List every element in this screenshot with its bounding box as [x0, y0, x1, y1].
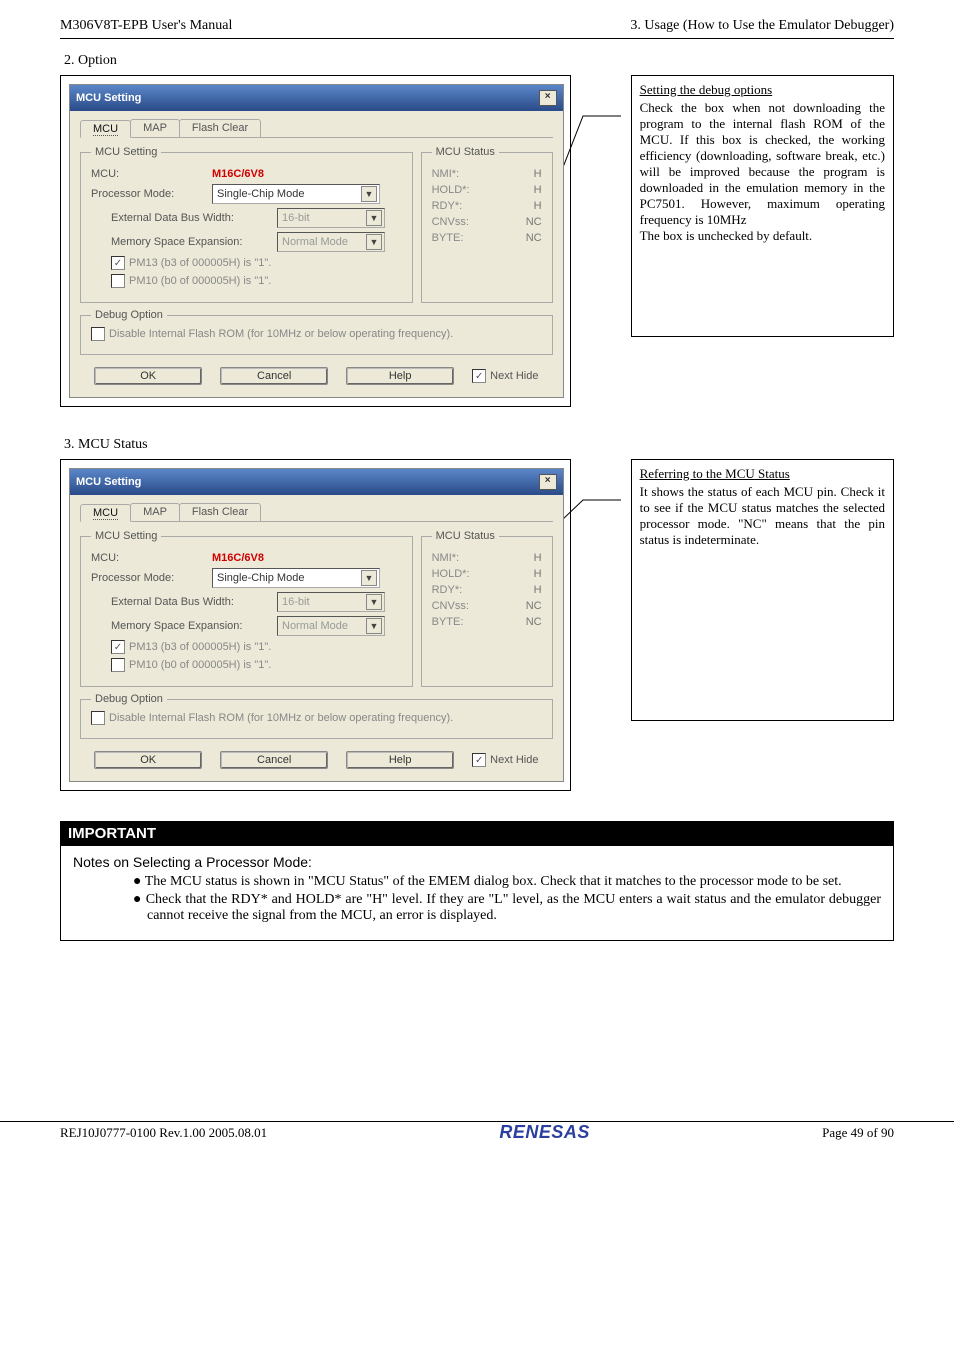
processor-mode-select[interactable]: Single-Chip Mode ▼: [212, 184, 380, 204]
chevron-down-icon: ▼: [361, 186, 377, 202]
cancel-button[interactable]: Cancel: [220, 367, 328, 385]
note-item-1: The MCU status is shown in "MCU Status" …: [133, 874, 881, 890]
tab-strip: MCU MAP Flash Clear: [80, 119, 553, 138]
mcu-status-group: MCU Status NMI*:H HOLD*:H RDY*:H CNVss:N…: [421, 530, 553, 687]
processor-mode-label: Processor Mode:: [91, 572, 206, 584]
processor-mode-label: Processor Mode:: [91, 188, 206, 200]
mcu-status-legend: MCU Status: [432, 530, 499, 542]
window-titlebar: MCU Setting ×: [70, 85, 563, 111]
chevron-down-icon: ▼: [366, 594, 382, 610]
tab-flash-clear[interactable]: Flash Clear: [179, 503, 261, 521]
status-nmi-label: NMI*:: [432, 168, 460, 180]
disable-flash-checkbox[interactable]: Disable Internal Flash ROM (for 10MHz or…: [91, 327, 453, 341]
mcu-value: M16C/6V8: [212, 168, 264, 180]
mcu-setting-legend: MCU Setting: [91, 146, 161, 158]
mcu-label: MCU:: [91, 168, 206, 180]
page-header: M306V8T-EPB User's Manual 3. Usage (How …: [60, 18, 894, 39]
status-hold-label: HOLD*:: [432, 184, 470, 196]
status-dialog-container: MCU Setting × MCU MAP Flash Clear MCU Se…: [60, 459, 571, 791]
chevron-down-icon: ▼: [366, 210, 382, 226]
status-rdy-value: H: [534, 200, 542, 212]
page-footer: REJ10J0777-0100 Rev.1.00 2005.08.01 RENE…: [0, 1121, 954, 1161]
status-byte-value: NC: [526, 232, 542, 244]
important-notes: Notes on Selecting a Processor Mode: The…: [60, 846, 894, 941]
header-right: 3. Usage (How to Use the Emulator Debugg…: [630, 18, 894, 34]
tab-flash-clear[interactable]: Flash Clear: [179, 119, 261, 137]
close-icon[interactable]: ×: [539, 474, 557, 490]
mcu-label: MCU:: [91, 552, 206, 564]
help-button[interactable]: Help: [346, 751, 454, 769]
status-hold-value: H: [534, 184, 542, 196]
mcu-status-legend: MCU Status: [432, 146, 499, 158]
mem-exp-select: Normal Mode ▼: [277, 616, 385, 636]
ext-bus-label: External Data Bus Width:: [111, 596, 271, 608]
debug-option-legend: Debug Option: [91, 693, 167, 705]
callout-connector: [581, 75, 621, 407]
ext-bus-select: 16-bit ▼: [277, 592, 385, 612]
status-note-title: Referring to the MCU Status: [640, 466, 885, 482]
mcu-setting-group: MCU Setting MCU: M16C/6V8 Processor Mode…: [80, 146, 413, 303]
ext-bus-label: External Data Bus Width:: [111, 212, 271, 224]
status-rdy-label: RDY*:: [432, 200, 463, 212]
disable-flash-checkbox[interactable]: Disable Internal Flash ROM (for 10MHz or…: [91, 711, 453, 725]
mem-exp-label: Memory Space Expansion:: [111, 620, 271, 632]
cancel-button[interactable]: Cancel: [220, 751, 328, 769]
debug-option-group: Debug Option Disable Internal Flash ROM …: [80, 309, 553, 355]
option-note-body: Check the box when not downloading the p…: [640, 100, 885, 243]
section-3-title: 3. MCU Status: [64, 437, 894, 453]
footer-left: REJ10J0777-0100 Rev.1.00 2005.08.01: [60, 1125, 267, 1141]
debug-option-group: Debug Option Disable Internal Flash ROM …: [80, 693, 553, 739]
pm13-checkbox[interactable]: ✓PM13 (b3 of 000005H) is "1".: [111, 640, 271, 654]
pm10-checkbox[interactable]: PM10 (b0 of 000005H) is "1".: [111, 274, 271, 288]
ext-bus-select: 16-bit ▼: [277, 208, 385, 228]
tab-strip: MCU MAP Flash Clear: [80, 503, 553, 522]
mem-exp-select: Normal Mode ▼: [277, 232, 385, 252]
status-cnvss-value: NC: [526, 216, 542, 228]
tab-map[interactable]: MAP: [130, 503, 180, 521]
mcu-value: M16C/6V8: [212, 552, 264, 564]
mcu-status-group: MCU Status NMI*: H HOLD*: H RDY*: H CNVss: N…: [421, 146, 553, 303]
mcu-setting-window: MCU Setting × MCU MAP Flash Clear MCU Se…: [69, 84, 564, 398]
tab-mcu[interactable]: MCU: [80, 504, 131, 522]
window-title: MCU Setting: [76, 476, 141, 488]
ok-button[interactable]: OK: [94, 751, 202, 769]
mcu-setting-window-2: MCU Setting × MCU MAP Flash Clear MCU Se…: [69, 468, 564, 782]
tab-map[interactable]: MAP: [130, 119, 180, 137]
window-titlebar: MCU Setting ×: [70, 469, 563, 495]
option-note-title: Setting the debug options: [640, 82, 885, 98]
option-side-note: Setting the debug options Check the box …: [631, 75, 894, 337]
close-icon[interactable]: ×: [539, 90, 557, 106]
status-note-body: It shows the status of each MCU pin. Che…: [640, 484, 885, 547]
processor-mode-select[interactable]: Single-Chip Mode ▼: [212, 568, 380, 588]
mcu-setting-group: MCU Setting MCU: M16C/6V8 Processor Mode…: [80, 530, 413, 687]
option-dialog-container: MCU Setting × MCU MAP Flash Clear MCU Se…: [60, 75, 571, 407]
tab-mcu[interactable]: MCU: [80, 120, 131, 138]
window-title: MCU Setting: [76, 92, 141, 104]
chevron-down-icon: ▼: [366, 618, 382, 634]
note-item-2: Check that the RDY* and HOLD* are "H" le…: [133, 892, 881, 924]
pm10-checkbox[interactable]: PM10 (b0 of 000005H) is "1".: [111, 658, 271, 672]
ok-button[interactable]: OK: [94, 367, 202, 385]
status-nmi-value: H: [534, 168, 542, 180]
mem-exp-label: Memory Space Expansion:: [111, 236, 271, 248]
renesas-logo: RENESAS: [499, 1122, 590, 1143]
callout-connector: [581, 459, 621, 791]
pm13-checkbox[interactable]: ✓ PM13 (b3 of 000005H) is "1".: [111, 256, 271, 270]
important-bar: IMPORTANT: [60, 821, 894, 846]
status-cnvss-label: CNVss:: [432, 216, 469, 228]
chevron-down-icon: ▼: [361, 570, 377, 586]
header-left: M306V8T-EPB User's Manual: [60, 18, 232, 34]
notes-title: Notes on Selecting a Processor Mode:: [73, 854, 881, 870]
mcu-setting-legend: MCU Setting: [91, 530, 161, 542]
help-button[interactable]: Help: [346, 367, 454, 385]
footer-right: Page 49 of 90: [822, 1125, 894, 1141]
status-byte-label: BYTE:: [432, 232, 464, 244]
chevron-down-icon: ▼: [366, 234, 382, 250]
status-side-note: Referring to the MCU Status It shows the…: [631, 459, 894, 721]
next-hide-checkbox[interactable]: ✓ Next Hide: [472, 369, 538, 383]
section-2-title: 2. Option: [64, 53, 894, 69]
next-hide-checkbox[interactable]: ✓ Next Hide: [472, 753, 538, 767]
debug-option-legend: Debug Option: [91, 309, 167, 321]
